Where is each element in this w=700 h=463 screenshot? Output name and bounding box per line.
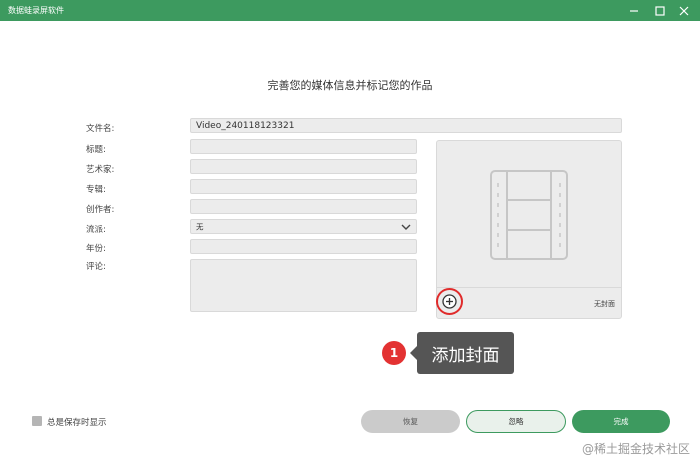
- close-icon: [679, 6, 689, 15]
- creator-field[interactable]: [190, 199, 417, 214]
- no-cover-label: 无封面: [594, 300, 615, 308]
- comment-label: 评论:: [86, 262, 106, 272]
- filename-label: 文件名:: [86, 124, 115, 134]
- genre-label: 流派:: [86, 225, 106, 235]
- artist-label: 艺术家:: [86, 165, 115, 175]
- restore-button[interactable]: 恢复: [361, 410, 460, 433]
- film-strip-icon: [490, 170, 568, 260]
- cover-panel[interactable]: 无封面: [436, 140, 622, 319]
- chevron-down-icon: [401, 224, 411, 230]
- title-field[interactable]: [190, 139, 417, 154]
- album-field[interactable]: [190, 179, 417, 194]
- add-cover-tooltip: 添加封面: [417, 332, 514, 374]
- comment-textarea[interactable]: [190, 259, 417, 312]
- ignore-button[interactable]: 忽略: [466, 410, 566, 433]
- creator-label: 创作者:: [86, 205, 115, 215]
- tooltip-arrow: [410, 346, 417, 360]
- filename-value: Video_240118123321: [196, 120, 295, 131]
- app-title: 数据蛙录屏软件: [8, 6, 64, 15]
- maximize-button[interactable]: [649, 0, 671, 21]
- minimize-icon: [630, 9, 638, 12]
- always-show-label: 总是保存时显示: [47, 418, 107, 428]
- genre-value: 无: [196, 222, 204, 231]
- done-button[interactable]: 完成: [572, 410, 670, 433]
- cover-divider: [437, 287, 621, 288]
- year-field[interactable]: [190, 239, 417, 254]
- artist-field[interactable]: [190, 159, 417, 174]
- album-label: 专辑:: [86, 185, 106, 195]
- minimize-button[interactable]: [623, 0, 645, 21]
- title-bar: 数据蛙录屏软件: [0, 0, 700, 21]
- page-heading: 完善您的媒体信息并标记您的作品: [267, 79, 433, 92]
- watermark-text: @稀土掘金技术社区: [581, 442, 690, 456]
- close-button[interactable]: [673, 0, 695, 21]
- step-number-badge: 1: [382, 341, 406, 365]
- year-label: 年份:: [86, 244, 106, 254]
- add-circle-icon: [442, 294, 457, 309]
- title-label: 标题:: [86, 145, 106, 155]
- add-cover-button[interactable]: [441, 293, 458, 310]
- filename-field[interactable]: Video_240118123321: [190, 118, 622, 133]
- genre-select[interactable]: 无: [190, 219, 417, 234]
- maximize-icon: [655, 5, 665, 16]
- always-show-checkbox[interactable]: [32, 416, 42, 426]
